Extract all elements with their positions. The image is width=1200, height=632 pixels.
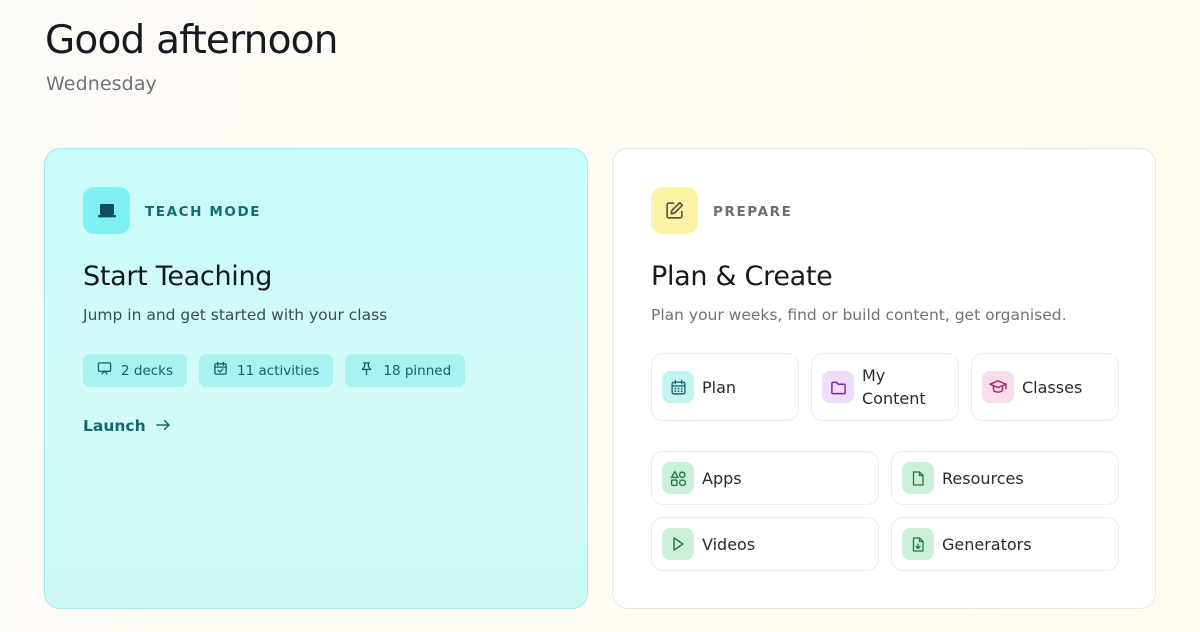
activities-chip: 11 activities [199,354,334,387]
tile-generators-label: Generators [942,534,1032,554]
tile-plan-label: Plan [702,377,737,397]
file-icon [902,462,934,494]
slides-icon [97,361,112,380]
tile-my-content-label: My Content [862,366,926,408]
tile-apps-label: Apps [702,468,742,488]
tile-apps[interactable]: Apps [651,451,879,505]
tile-resources[interactable]: Resources [891,451,1119,505]
decks-count: 2 decks [121,362,174,379]
start-teaching-title: Start Teaching [83,261,273,292]
file-download-icon [902,528,934,560]
tile-resources-label: Resources [942,468,1024,488]
launch-link[interactable]: Launch [83,417,171,435]
tile-generators[interactable]: Generators [891,517,1119,571]
tile-videos[interactable]: Videos [651,517,879,571]
tile-plan[interactable]: Plan [651,353,799,421]
day-label: Wednesday [46,73,157,95]
teach-stats: 2 decks 11 activities 18 pinned [83,354,466,387]
prepare-label: PREPARE [713,204,793,220]
tile-classes-label: Classes [1022,377,1083,397]
plan-create-subtitle: Plan your weeks, find or build content, … [651,306,1067,324]
pinned-count: 18 pinned [383,362,452,379]
teach-mode-label: TEACH MODE [145,204,262,220]
tile-classes[interactable]: Classes [971,353,1119,421]
prepare-card: PREPARE Plan & Create Plan your weeks, f… [612,148,1156,609]
plan-create-title: Plan & Create [651,261,833,292]
pin-icon [359,361,374,380]
activities-count: 11 activities [237,362,320,379]
greeting-title: Good afternoon [45,18,338,63]
presentation-board-icon [83,187,130,234]
decks-chip: 2 decks [83,354,188,387]
graduation-cap-icon [982,371,1014,403]
folder-icon [822,371,854,403]
launch-label: Launch [83,417,146,435]
pinned-chip: 18 pinned [345,354,466,387]
teach-mode-card[interactable]: TEACH MODE Start Teaching Jump in and ge… [44,148,588,609]
play-icon [662,528,694,560]
start-teaching-subtitle: Jump in and get started with your class [83,306,388,324]
tile-my-content[interactable]: My Content [811,353,959,421]
calendar-icon [662,371,694,403]
edit-icon [651,187,698,234]
apps-shapes-icon [662,462,694,494]
tile-videos-label: Videos [702,534,756,554]
arrow-right-icon [155,417,171,435]
calendar-check-icon [213,361,228,380]
